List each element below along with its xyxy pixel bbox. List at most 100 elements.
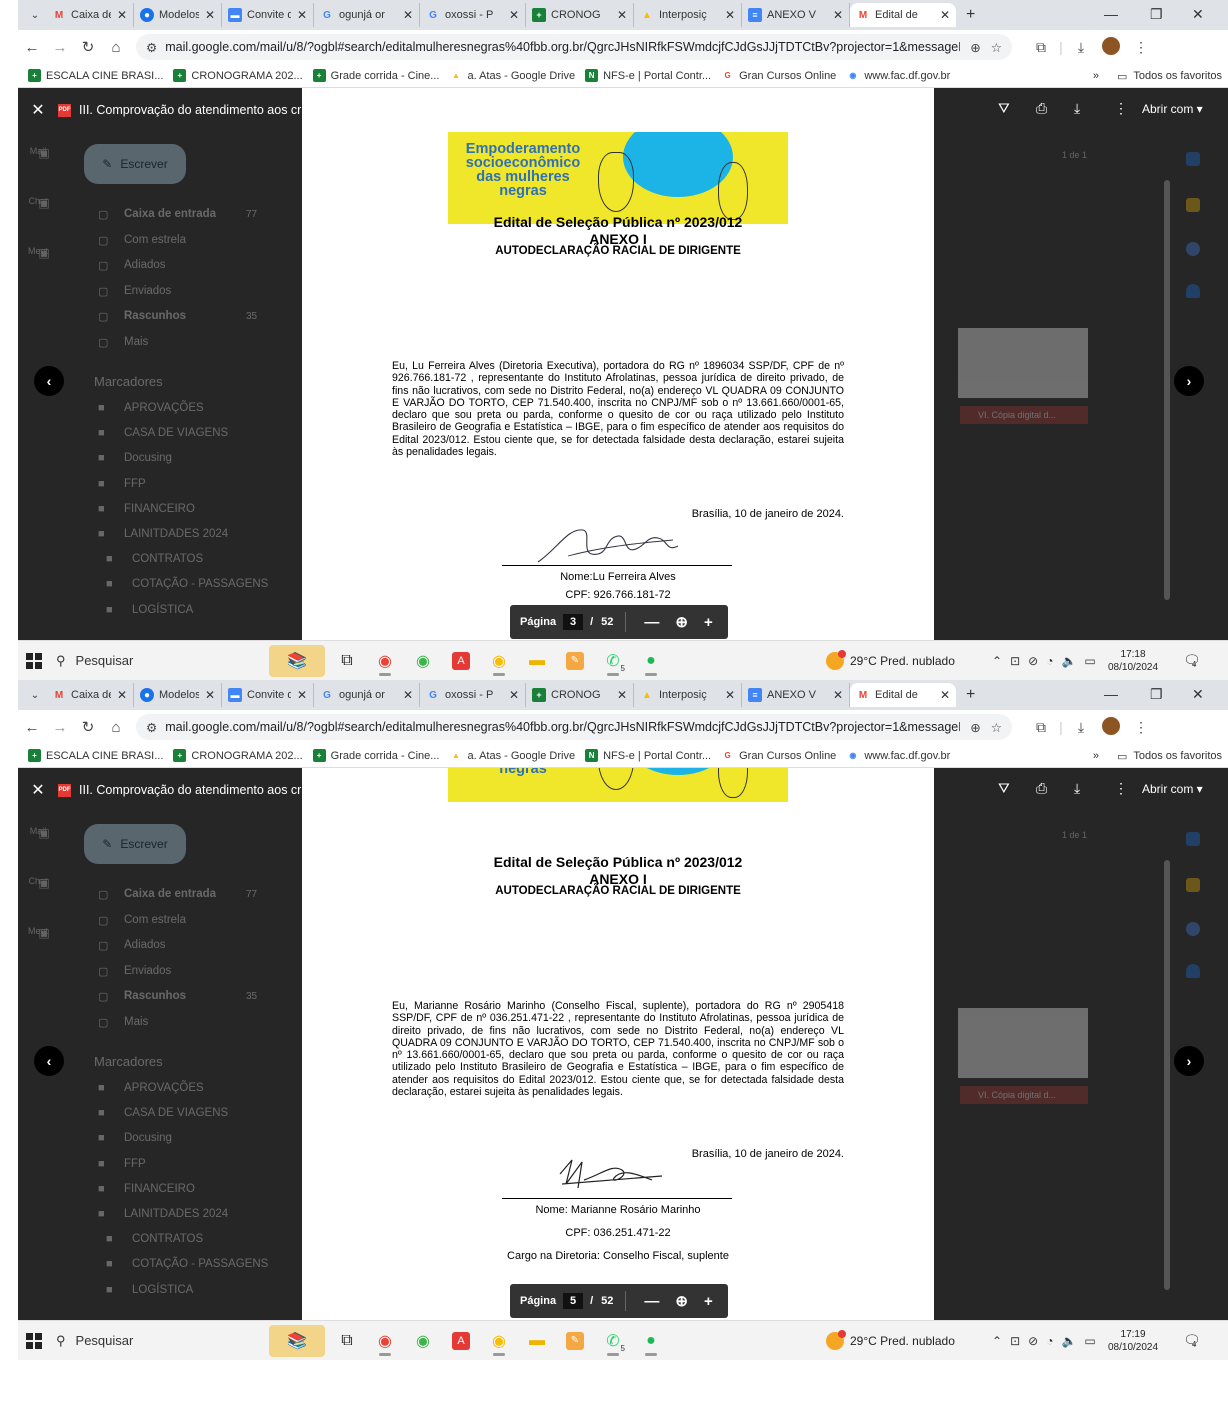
meet-icon[interactable]: ▣ Meet <box>24 246 52 260</box>
label-item[interactable]: COTAÇÃO - PASSAGENS <box>132 578 268 590</box>
nav-item[interactable]: Adiados <box>124 939 166 951</box>
browser-tab[interactable]: ● Modelos ✕ <box>134 683 222 707</box>
tab-close-icon[interactable]: ✕ <box>940 688 950 702</box>
nav-item[interactable]: Com estrela <box>124 234 186 246</box>
browser-tab[interactable]: ▲ Interposiç ✕ <box>634 3 742 27</box>
tab-close-icon[interactable]: ✕ <box>403 688 413 702</box>
back-icon[interactable]: ← <box>18 719 46 736</box>
nav-item[interactable]: Adiados <box>124 259 166 271</box>
nav-item[interactable]: Rascunhos <box>124 990 186 1002</box>
close-window-icon[interactable]: ✕ <box>1192 686 1204 703</box>
bookmark-item[interactable]: + CRONOGRAMA 202... <box>173 749 303 762</box>
browser-tab[interactable]: M Edital de ✕ <box>850 683 956 707</box>
open-with-button[interactable]: Abrir com ▾ <box>1142 782 1203 796</box>
attachment-thumbnail[interactable] <box>958 328 1088 398</box>
nav-item[interactable]: Enviados <box>124 285 171 297</box>
tasks-icon[interactable] <box>1186 242 1200 256</box>
acrobat-icon[interactable]: A <box>445 645 477 677</box>
zoom-out-icon[interactable]: — <box>644 614 659 631</box>
nav-item[interactable]: Caixa de entrada <box>124 208 216 220</box>
tab-close-icon[interactable]: ✕ <box>725 688 735 702</box>
chrome-icon[interactable]: ◉ <box>369 1325 401 1357</box>
weather-widget[interactable]: 29°C Pred. nublado <box>826 1329 955 1350</box>
browser-tab[interactable]: ≡ ANEXO V ✕ <box>742 3 850 27</box>
chrome-profile-icon[interactable]: ◉ <box>483 1325 515 1357</box>
more-options-icon[interactable]: ⋮ <box>1114 780 1128 797</box>
tab-close-icon[interactable]: ✕ <box>725 8 735 22</box>
more-bookmarks-icon[interactable]: » <box>1093 750 1099 762</box>
tab-close-icon[interactable]: ✕ <box>940 8 950 22</box>
bookmark-item[interactable]: N NFS-e | Portal Contr... <box>585 749 711 762</box>
nav-item[interactable]: Caixa de entrada <box>124 888 216 900</box>
wifi-icon[interactable]: ◔ <box>1046 654 1053 668</box>
zoom-icon[interactable]: ⊕ <box>970 40 980 55</box>
tab-close-icon[interactable]: ✕ <box>833 688 843 702</box>
new-tab-icon[interactable]: + <box>966 6 975 24</box>
meet-now-icon[interactable]: ⊡ <box>1010 1334 1020 1348</box>
label-item[interactable]: CASA DE VIAGENS <box>124 427 228 439</box>
bookmark-item[interactable]: ▲ a. Atas - Google Drive <box>449 69 575 82</box>
paint-icon[interactable]: ✎ <box>559 1325 591 1357</box>
whatsapp-icon[interactable]: ✆ 5 <box>597 645 629 677</box>
label-item[interactable]: COTAÇÃO - PASSAGENS <box>132 1258 268 1270</box>
tab-close-icon[interactable]: ✕ <box>297 8 307 22</box>
attachment-thumbnail[interactable] <box>958 1008 1088 1078</box>
file-explorer-icon[interactable]: ▬ <box>521 645 553 677</box>
windows-start-icon[interactable] <box>26 1332 42 1349</box>
browser-tab[interactable]: Goxossi - P ✕ <box>420 683 526 707</box>
browser-tab[interactable]: Goxossi - P ✕ <box>420 3 526 27</box>
task-view-icon[interactable]: ⧉ <box>331 1325 363 1357</box>
keep-icon[interactable] <box>1186 878 1200 892</box>
volume-icon[interactable]: 🔈 <box>1061 1334 1076 1348</box>
bookmark-item[interactable]: + Grade corrida - Cine... <box>312 69 439 82</box>
bookmark-item[interactable]: ◉ www.fac.df.gov.br <box>846 69 950 82</box>
bookmark-item[interactable]: + Grade corrida - Cine... <box>312 749 439 762</box>
menu-icon[interactable]: ⋮ <box>1126 719 1156 736</box>
reload-icon[interactable]: ↻ <box>74 38 102 56</box>
browser-tab[interactable]: M Edital de ✕ <box>850 3 956 27</box>
label-item[interactable]: Docusing <box>124 1132 172 1144</box>
browser-tab[interactable]: ▬ Convite d ✕ <box>222 3 314 27</box>
attachment-chip[interactable]: VI. Cópia digital d... <box>960 406 1088 424</box>
whatsapp-icon[interactable]: ✆ 5 <box>597 1325 629 1357</box>
taskbar-search[interactable]: ⚲ Pesquisar <box>56 1333 206 1349</box>
tasks-icon[interactable] <box>1186 922 1200 936</box>
tab-search-icon[interactable]: ⌄ <box>24 684 46 706</box>
home-icon[interactable]: ⌂ <box>102 39 130 56</box>
tab-close-icon[interactable]: ✕ <box>833 8 843 22</box>
zoom-icon[interactable]: ⊕ <box>675 613 688 631</box>
browser-tab[interactable]: + CRONOG ✕ <box>526 3 634 27</box>
weather-widget[interactable]: 29°C Pred. nublado <box>826 649 955 670</box>
close-window-icon[interactable]: ✕ <box>1192 6 1204 23</box>
contacts-icon[interactable] <box>1186 964 1200 978</box>
restore-icon[interactable]: ❐ <box>1150 6 1163 23</box>
bookmark-item[interactable]: G Gran Cursos Online <box>721 749 836 762</box>
label-item[interactable]: FFP <box>124 1158 146 1170</box>
windows-start-icon[interactable] <box>26 652 42 669</box>
bookmark-star-icon[interactable]: ☆ <box>991 720 1002 735</box>
previous-arrow-icon[interactable]: ‹ <box>34 366 64 396</box>
previous-arrow-icon[interactable]: ‹ <box>34 1046 64 1076</box>
utorrent-icon[interactable]: ◉ <box>407 1325 439 1357</box>
bookmark-item[interactable]: G Gran Cursos Online <box>721 69 836 82</box>
download-icon[interactable]: ⤓ <box>1074 100 1080 117</box>
tab-close-icon[interactable]: ✕ <box>297 688 307 702</box>
acrobat-icon[interactable]: A <box>445 1325 477 1357</box>
page-number-input[interactable]: 3 <box>563 614 584 630</box>
home-icon[interactable]: ⌂ <box>102 719 130 736</box>
battery-icon[interactable]: ▭ <box>1084 654 1095 668</box>
address-bar[interactable]: ⚙ mail.google.com/mail/u/8/?ogbl#search/e… <box>136 34 1012 60</box>
zoom-out-icon[interactable]: — <box>644 1293 659 1310</box>
site-info-icon[interactable]: ⚙ <box>146 40 157 55</box>
bookmark-item[interactable]: ◉ www.fac.df.gov.br <box>846 749 950 762</box>
more-options-icon[interactable]: ⋮ <box>1114 100 1128 117</box>
download-icon[interactable]: ⤓ <box>1074 780 1080 797</box>
tab-close-icon[interactable]: ✕ <box>509 8 519 22</box>
clock[interactable]: 17:19 08/10/2024 <box>1108 1328 1158 1354</box>
print-icon[interactable]: ⎙ <box>1036 780 1047 797</box>
profile-avatar[interactable] <box>1096 716 1126 738</box>
tab-close-icon[interactable]: ✕ <box>509 688 519 702</box>
scrollbar[interactable] <box>1164 180 1170 600</box>
browser-tab[interactable]: ▬ Convite d ✕ <box>222 683 314 707</box>
calendar-icon[interactable] <box>1186 832 1200 846</box>
